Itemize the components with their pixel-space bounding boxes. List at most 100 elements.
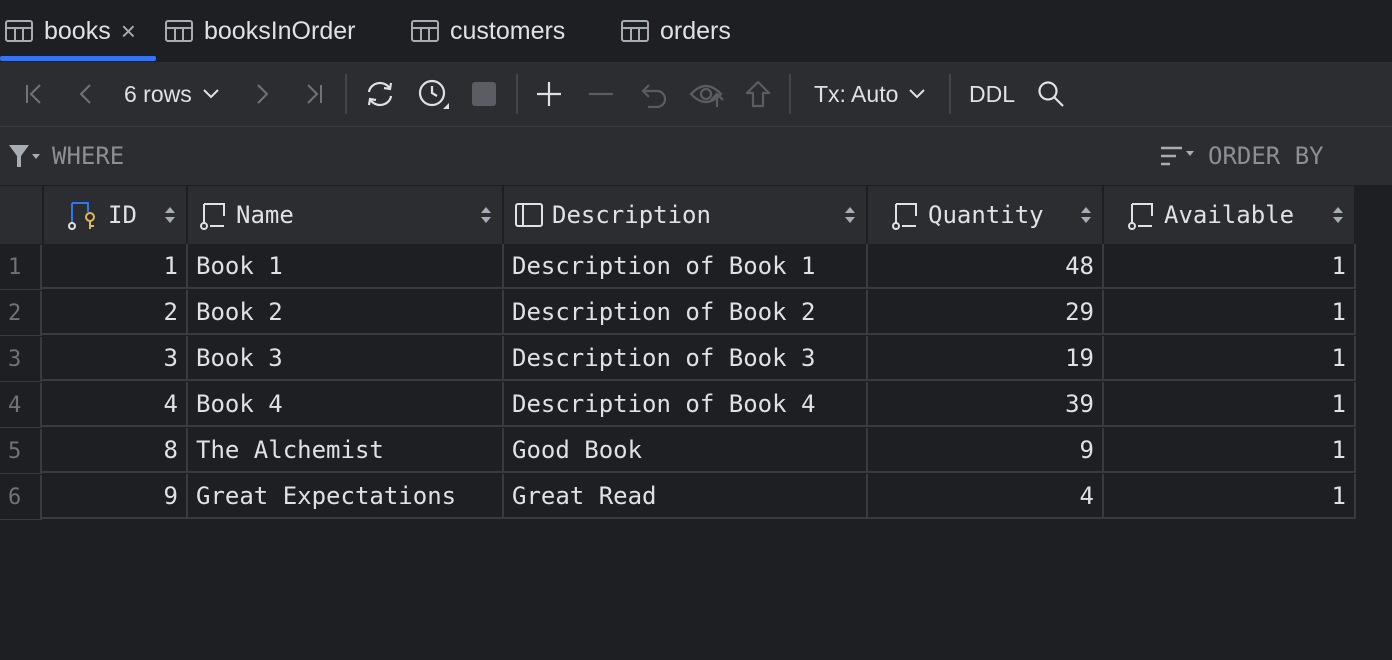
cell-id[interactable]: 3 bbox=[42, 336, 188, 381]
cell-quantity[interactable]: 4 bbox=[868, 474, 1104, 519]
tab-customers[interactable]: customers bbox=[410, 0, 565, 62]
reload-button[interactable] bbox=[362, 62, 398, 126]
next-page-button[interactable] bbox=[246, 62, 278, 126]
cell-description[interactable]: Great Read bbox=[504, 474, 868, 519]
cell-name[interactable]: Great Expectations bbox=[188, 474, 504, 519]
first-page-button[interactable] bbox=[18, 62, 50, 126]
column-label: Name bbox=[236, 201, 294, 229]
cell-available[interactable]: 1 bbox=[1104, 428, 1356, 473]
row-number[interactable]: 5 bbox=[0, 429, 42, 474]
refresh-icon bbox=[367, 81, 393, 107]
cell-name[interactable]: Book 2 bbox=[188, 290, 504, 335]
tab-booksinorder[interactable]: booksInOrder bbox=[164, 0, 355, 62]
cell-name[interactable]: The Alchemist bbox=[188, 428, 504, 473]
toolbar-separator bbox=[516, 74, 518, 114]
history-button[interactable] bbox=[414, 62, 452, 126]
row-number-header bbox=[0, 186, 44, 244]
search-button[interactable] bbox=[1034, 62, 1068, 126]
rows-count-label: 6 rows bbox=[124, 80, 192, 107]
previous-page-button[interactable] bbox=[70, 62, 102, 126]
toolbar-separator bbox=[949, 74, 951, 114]
cell-description[interactable]: Description of Book 4 bbox=[504, 382, 868, 427]
sort-icon[interactable] bbox=[480, 205, 492, 225]
editor-tabs: books × booksInOrder customers orders bbox=[0, 0, 1392, 63]
cell-available[interactable]: 1 bbox=[1104, 474, 1356, 519]
stop-icon bbox=[472, 82, 496, 106]
row-number[interactable]: 2 bbox=[0, 291, 42, 336]
tab-label: booksInOrder bbox=[204, 16, 356, 45]
column-header-name[interactable]: Name bbox=[188, 186, 504, 244]
table-icon bbox=[411, 20, 439, 42]
cell-available[interactable]: 1 bbox=[1104, 290, 1356, 335]
row-number[interactable]: 3 bbox=[0, 337, 42, 382]
tab-orders[interactable]: orders bbox=[620, 0, 731, 62]
cell-name[interactable]: Book 1 bbox=[188, 244, 504, 289]
cell-name[interactable]: Book 3 bbox=[188, 336, 504, 381]
delete-row-button[interactable] bbox=[584, 62, 618, 126]
cell-quantity[interactable]: 48 bbox=[868, 244, 1104, 289]
cell-id[interactable]: 9 bbox=[42, 474, 188, 519]
preview-changes-button[interactable] bbox=[688, 62, 726, 126]
column-header-quantity[interactable]: Quantity bbox=[868, 186, 1104, 244]
data-toolbar: 6 rows Tx: Auto DDL bbox=[0, 62, 1392, 127]
filter-icon[interactable] bbox=[8, 143, 40, 169]
column-icon bbox=[892, 203, 917, 230]
close-icon[interactable]: × bbox=[121, 16, 136, 47]
tab-label: orders bbox=[660, 16, 731, 45]
toolbar-separator bbox=[345, 74, 347, 114]
last-page-button[interactable] bbox=[298, 62, 330, 126]
cell-quantity[interactable]: 39 bbox=[868, 382, 1104, 427]
column-header-id[interactable]: ID bbox=[44, 186, 188, 244]
cell-quantity[interactable]: 9 bbox=[868, 428, 1104, 473]
column-label: Available bbox=[1164, 201, 1295, 229]
primary-key-column-icon bbox=[68, 202, 95, 230]
first-page-icon bbox=[26, 84, 41, 104]
ddl-button[interactable]: DDL bbox=[966, 62, 1018, 126]
cell-description[interactable]: Description of Book 2 bbox=[504, 290, 868, 335]
order-by-input[interactable]: ORDER BY bbox=[1208, 127, 1324, 185]
sort-icon[interactable] bbox=[1332, 205, 1344, 225]
cell-quantity[interactable]: 29 bbox=[868, 290, 1104, 335]
sort-icon[interactable] bbox=[1080, 205, 1092, 225]
cell-quantity[interactable]: 19 bbox=[868, 336, 1104, 381]
cell-id[interactable]: 1 bbox=[42, 244, 188, 289]
cell-id[interactable]: 8 bbox=[42, 428, 188, 473]
submit-button[interactable] bbox=[742, 62, 774, 126]
cell-description[interactable]: Description of Book 1 bbox=[504, 244, 868, 289]
column-header-description[interactable]: Description bbox=[504, 186, 868, 244]
where-filter-input[interactable]: WHERE bbox=[52, 127, 124, 185]
page-size-dropdown[interactable]: 6 rows bbox=[124, 62, 234, 126]
cell-available[interactable]: 1 bbox=[1104, 244, 1356, 289]
sort-icon[interactable] bbox=[164, 205, 176, 225]
cell-name[interactable]: Book 4 bbox=[188, 382, 504, 427]
transaction-mode-dropdown[interactable]: Tx: Auto bbox=[814, 62, 934, 126]
cell-description[interactable]: Good Book bbox=[504, 428, 868, 473]
cell-id[interactable]: 4 bbox=[42, 382, 188, 427]
plus-icon bbox=[537, 82, 561, 106]
row-number[interactable]: 1 bbox=[0, 245, 42, 290]
table-icon bbox=[5, 20, 33, 42]
cell-available[interactable]: 1 bbox=[1104, 336, 1356, 381]
arrow-up-icon bbox=[745, 80, 771, 108]
ddl-label: DDL bbox=[968, 80, 1015, 107]
add-row-button[interactable] bbox=[532, 62, 566, 126]
search-icon bbox=[1038, 81, 1064, 107]
sort-lines-icon[interactable] bbox=[1160, 145, 1196, 169]
chevron-left-icon bbox=[79, 84, 91, 104]
revert-button[interactable] bbox=[636, 62, 670, 126]
column-icon bbox=[200, 203, 225, 230]
row-number[interactable]: 4 bbox=[0, 383, 42, 428]
sort-icon[interactable] bbox=[844, 205, 856, 225]
row-number[interactable]: 6 bbox=[0, 475, 42, 520]
cell-id[interactable]: 2 bbox=[42, 290, 188, 335]
column-icon bbox=[1128, 203, 1153, 230]
tab-label: customers bbox=[450, 16, 566, 45]
cell-available[interactable]: 1 bbox=[1104, 382, 1356, 427]
column-header-available[interactable]: Available bbox=[1104, 186, 1356, 244]
tab-books[interactable]: books × bbox=[4, 0, 136, 62]
order-by-label: ORDER BY bbox=[1208, 142, 1324, 170]
cell-description[interactable]: Description of Book 3 bbox=[504, 336, 868, 381]
stop-button[interactable] bbox=[468, 62, 500, 126]
chevron-down-icon bbox=[909, 89, 926, 99]
column-label: ID bbox=[108, 201, 137, 229]
